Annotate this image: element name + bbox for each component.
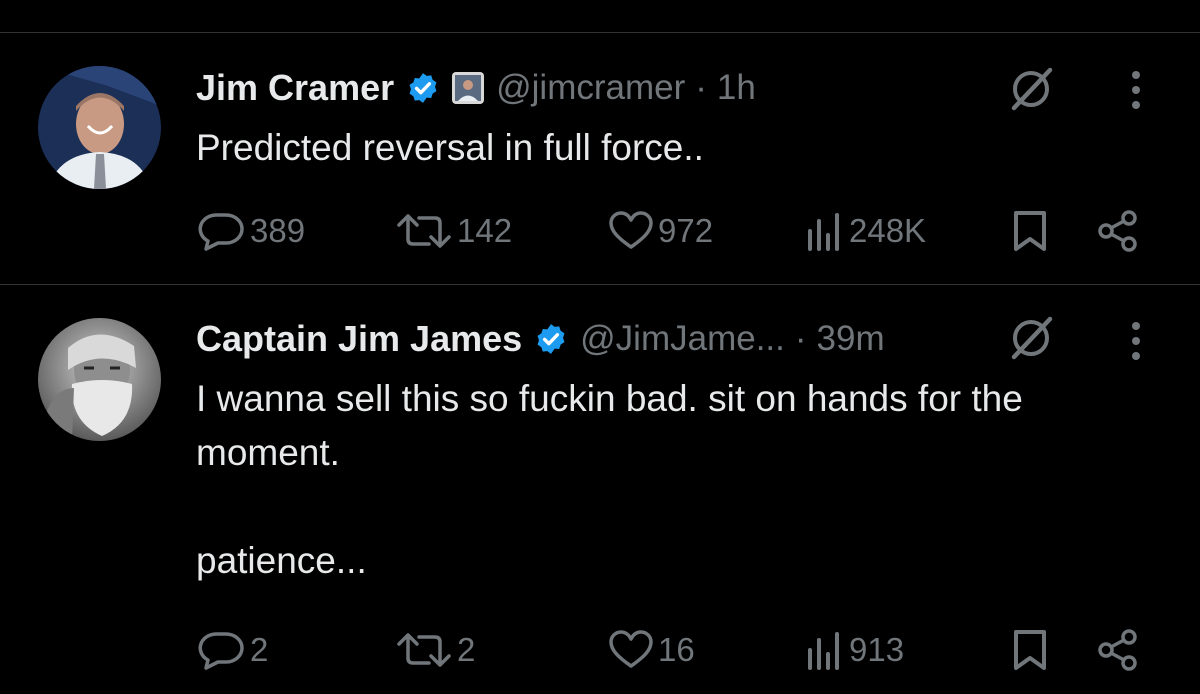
reply-count: 389 bbox=[250, 212, 306, 249]
author-handle[interactable]: @JimJame... bbox=[580, 319, 785, 359]
view-count: 913 bbox=[849, 631, 905, 668]
more-icon[interactable] bbox=[1129, 68, 1143, 112]
timestamp[interactable]: 39m bbox=[817, 319, 885, 359]
more-icon[interactable] bbox=[1129, 319, 1143, 363]
grok-icon[interactable] bbox=[1008, 66, 1054, 112]
repost-button[interactable]: 142 bbox=[395, 206, 512, 256]
repost-icon bbox=[397, 214, 451, 248]
verified-badge-icon bbox=[406, 71, 440, 105]
avatar[interactable] bbox=[38, 66, 161, 189]
reply-button[interactable]: 389 bbox=[196, 206, 305, 256]
reply-icon bbox=[198, 632, 244, 670]
tweet-header: Captain Jim James @JimJame... · 39m bbox=[196, 314, 885, 364]
views-button[interactable]: 248K bbox=[805, 206, 926, 256]
like-count: 972 bbox=[658, 212, 714, 249]
like-count: 16 bbox=[658, 631, 695, 668]
repost-icon bbox=[397, 633, 451, 667]
affiliate-badge-icon[interactable] bbox=[452, 72, 485, 104]
separator-dot: · bbox=[794, 319, 807, 358]
verified-badge-icon bbox=[534, 322, 568, 356]
tweet-header: Jim Cramer @jimcramer · 1h bbox=[196, 63, 756, 113]
tweet-captain-jim-james[interactable]: Captain Jim James @JimJame... · 39m I wa… bbox=[0, 285, 1200, 694]
tweet-text: Predicted reversal in full force.. bbox=[196, 127, 704, 168]
bookmark-icon bbox=[1014, 211, 1046, 251]
share-icon bbox=[1098, 210, 1137, 252]
timestamp[interactable]: 1h bbox=[717, 68, 756, 108]
separator-dot: · bbox=[695, 68, 707, 107]
tweet-text: I wanna sell this so fuckin bad. sit on … bbox=[196, 378, 1023, 581]
tweet-jim-cramer[interactable]: Jim Cramer @jimcramer · 1h Predicted rev… bbox=[0, 0, 1200, 284]
reply-icon bbox=[198, 213, 244, 251]
like-button[interactable]: 16 bbox=[608, 625, 695, 675]
grok-icon[interactable] bbox=[1008, 315, 1054, 361]
like-button[interactable]: 972 bbox=[608, 206, 713, 256]
reply-count: 2 bbox=[250, 631, 269, 668]
repost-count: 2 bbox=[457, 631, 476, 668]
author-handle[interactable]: @jimcramer bbox=[496, 68, 685, 108]
tweet-actions: 389 142 972 248K bbox=[0, 206, 1200, 256]
view-count: 248K bbox=[849, 212, 927, 249]
share-icon bbox=[1098, 629, 1137, 671]
heart-icon bbox=[609, 630, 653, 668]
repost-button[interactable]: 2 bbox=[395, 625, 475, 675]
author-name[interactable]: Captain Jim James bbox=[196, 318, 522, 360]
avatar[interactable] bbox=[38, 318, 161, 441]
share-button[interactable] bbox=[1096, 625, 1140, 675]
repost-count: 142 bbox=[457, 212, 513, 249]
views-button[interactable]: 913 bbox=[805, 625, 904, 675]
author-name[interactable]: Jim Cramer bbox=[196, 67, 394, 109]
reply-button[interactable]: 2 bbox=[196, 625, 268, 675]
bookmark-button[interactable] bbox=[1012, 625, 1048, 675]
views-icon bbox=[808, 213, 839, 251]
tweet-actions: 2 2 16 913 bbox=[0, 625, 1200, 675]
bookmark-icon bbox=[1014, 630, 1046, 670]
share-button[interactable] bbox=[1096, 206, 1140, 256]
bookmark-button[interactable] bbox=[1012, 206, 1048, 256]
views-icon bbox=[808, 632, 839, 670]
heart-icon bbox=[609, 211, 653, 249]
